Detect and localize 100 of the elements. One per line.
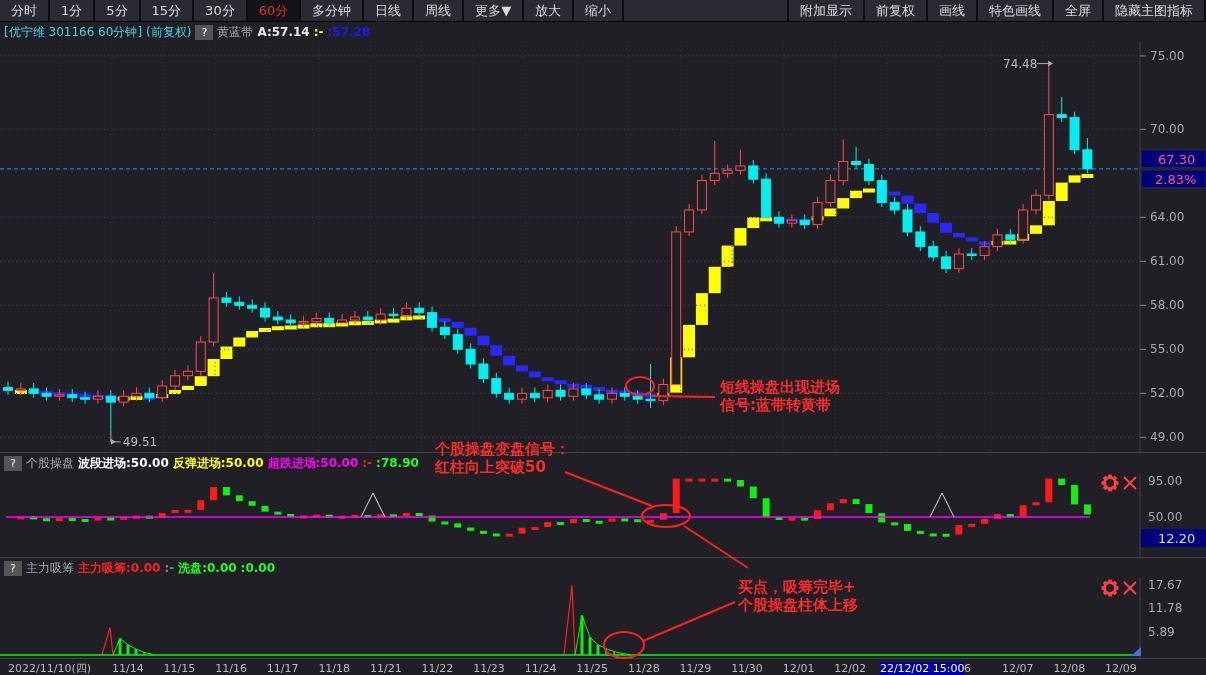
candlestick (1043, 63, 1054, 201)
candlestick (966, 247, 977, 261)
date-label: 6 (963, 661, 972, 675)
candlestick (272, 310, 283, 325)
date-label: 11/21 (369, 661, 403, 675)
candlestick (748, 159, 759, 185)
date-label: 11/14 (112, 661, 145, 675)
annotation-text: 个股操盘柱体上移 (738, 596, 858, 614)
candlestick (889, 196, 900, 215)
candlestick (1069, 111, 1080, 155)
indicator-value: :57.28 (327, 25, 371, 39)
annotation-text: 个股操盘变盘信号： (435, 440, 570, 458)
price-axis-label: 55.00 (1150, 342, 1185, 357)
indicator-name: 个股操盘 (26, 454, 74, 472)
candlestick (696, 174, 707, 215)
candlestick (234, 296, 245, 311)
annotation-text: 信号:蓝带转黄带 (720, 396, 832, 414)
candlestick (452, 328, 463, 355)
change-tag: 2.83% (1140, 169, 1206, 189)
candlestick (555, 384, 566, 402)
price-axis-label: 58.00 (1150, 298, 1185, 313)
indicator-name: 主力吸筹 (26, 559, 74, 577)
candlestick (478, 357, 489, 384)
candlestick (928, 240, 939, 262)
indicator-value: 波段进场:50.00 (78, 454, 169, 472)
candlestick (1005, 228, 1016, 245)
candlestick (761, 172, 772, 218)
candlestick (953, 247, 964, 274)
candlestick (465, 342, 476, 369)
indicator-value: 主力吸筹:0.00 (78, 559, 161, 577)
indicator-name: 黄蓝带 (217, 23, 254, 41)
annotation-text: 买点，吸筹完毕+ (738, 578, 857, 596)
date-label: 11/29 (679, 661, 713, 675)
candlestick (221, 291, 232, 308)
candlestick (1056, 96, 1067, 123)
date-label: 12/09 (1105, 661, 1138, 675)
candlestick (182, 364, 193, 381)
candlestick (722, 163, 733, 179)
help-button[interactable]: ? (4, 560, 22, 576)
date-label: 11/30 (731, 661, 764, 675)
timeframe-tab[interactable]: 60分 (247, 0, 302, 21)
candlestick (504, 386, 515, 405)
price-axis-label: 52.00 (1150, 386, 1185, 401)
indicator-axis-label: 11.78 (1148, 601, 1183, 616)
low-price-label: 49.51 (122, 434, 158, 449)
candlestick (735, 149, 746, 176)
price-axis-label: 75.00 (1150, 48, 1185, 63)
indicator-axis-label: 17.67 (1148, 578, 1183, 593)
candlestick (195, 335, 206, 377)
price-axis-label: 70.00 (1150, 122, 1185, 137)
date-label: 11/22 (421, 661, 455, 675)
indicator-axis-label: 50.00 (1148, 510, 1183, 524)
candlestick (979, 240, 990, 261)
price-axis-label: 49.00 (1150, 430, 1185, 445)
date-label: 11/25 (576, 661, 610, 675)
candlestick (208, 272, 219, 347)
stock-title: [优宁维 301166 60分钟] (4, 23, 143, 41)
indicator-axis-label: 95.00 (1148, 474, 1183, 488)
indicator-value: :78.90 (376, 456, 419, 470)
date-label: 2022/11/10(四) (8, 660, 92, 675)
value-tag: 12.20 (1141, 529, 1206, 547)
indicator-value: 洗盘:0.00 (178, 559, 237, 577)
candlestick (684, 203, 695, 237)
candlestick (825, 174, 836, 208)
indicator-value: 反弹进场:50.00 (172, 454, 264, 472)
adjust-label: (前复权) (146, 23, 192, 41)
cursor-time-label: 22/12/02 15:00 (879, 661, 964, 675)
candlestick (1082, 137, 1093, 174)
help-button[interactable]: ? (195, 24, 214, 40)
candlestick (902, 203, 913, 237)
indicator-value: :- (164, 561, 175, 575)
candlestick (915, 225, 926, 252)
indicator-value: :- (313, 25, 324, 39)
candlestick (709, 140, 720, 186)
candlestick (491, 372, 502, 399)
candlestick (517, 386, 527, 405)
date-label: 12/07 (1001, 661, 1035, 675)
candlestick (838, 139, 849, 186)
date-label: 11/16 (215, 661, 248, 675)
date-label: 11/15 (163, 661, 197, 675)
date-label: 12/01 (782, 661, 816, 675)
annotation-text: 红柱向上突破50 (435, 458, 547, 476)
price-axis-label: 64.00 (1150, 210, 1185, 225)
indicator-value: :0.00 (240, 561, 275, 575)
candlestick (247, 298, 258, 314)
indicator-value: A:57.14 (257, 25, 310, 39)
indicator-value: :- (362, 456, 373, 470)
date-label: 12/08 (1053, 661, 1087, 675)
date-label: 11/28 (627, 661, 661, 675)
date-label: 11/17 (266, 661, 300, 675)
high-price-label: 74.48 (1003, 56, 1038, 71)
help-button[interactable]: ? (4, 455, 22, 471)
date-label: 11/23 (473, 661, 506, 675)
price-axis-label: 61.00 (1150, 254, 1185, 269)
indicator-axis-label: 5.89 (1148, 624, 1175, 639)
date-label: 11/24 (524, 661, 558, 675)
candlestick (1031, 188, 1041, 215)
candlestick (170, 369, 181, 391)
annotation-text: 短线操盘出现进场 (720, 378, 840, 396)
price-tag: 67.30 (1140, 149, 1206, 169)
